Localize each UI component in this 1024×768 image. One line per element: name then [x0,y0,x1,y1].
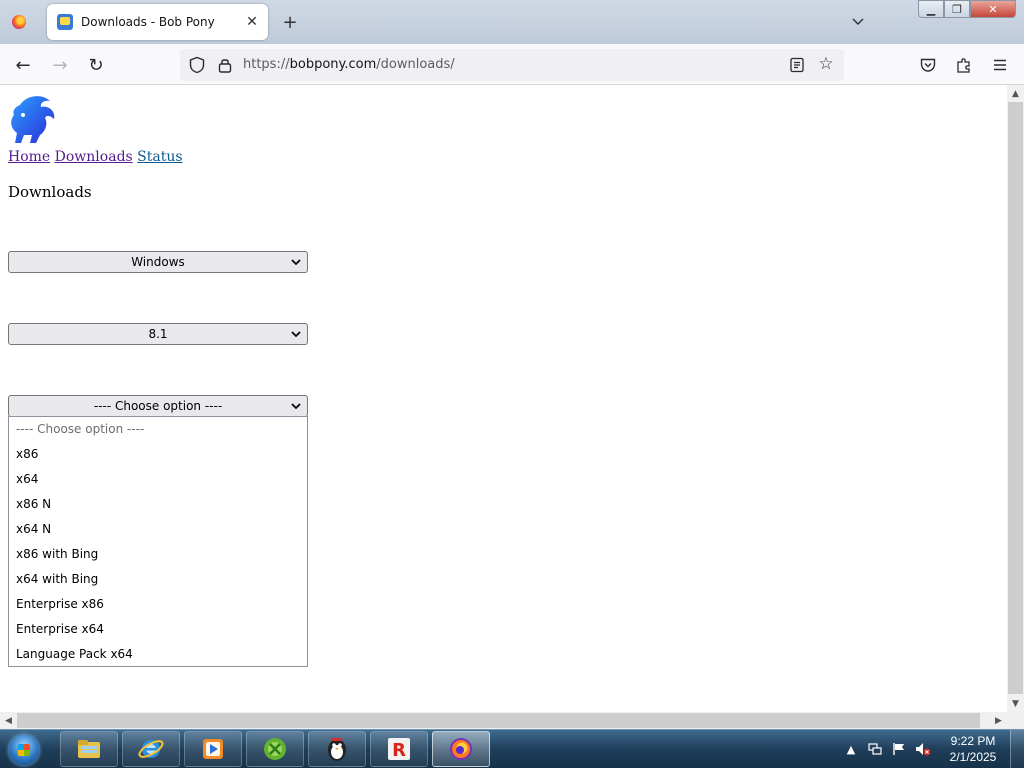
volume-muted-icon[interactable] [914,740,932,758]
os-select[interactable]: Windows [8,251,308,273]
dropdown-option[interactable]: x64 with Bing [9,567,307,592]
edition-select-value: ---- Choose option ---- [93,399,223,413]
horizontal-scroll-thumb[interactable] [17,713,980,728]
extensions-button[interactable] [952,53,976,77]
edition-select[interactable]: ---- Choose option ---- [8,395,308,417]
taskbar-penguin-app[interactable] [308,731,366,767]
scroll-down-icon[interactable]: ▼ [1007,695,1024,712]
nav-link-home[interactable]: Home [8,149,50,165]
forward-button[interactable]: → [47,52,73,78]
system-tray: ▲ [842,735,932,763]
chevron-down-icon [291,259,301,266]
xbox-icon [264,738,286,760]
url-host: bobpony.com [289,57,377,72]
vertical-scrollbar[interactable]: ▲ ▼ [1007,85,1024,712]
taskbar-explorer[interactable] [60,731,118,767]
page-viewport: Home Downloads Status Downloads Windows … [0,85,1007,712]
show-desktop-button[interactable] [1010,730,1024,768]
edition-dropdown-list: ---- Choose option ---- x86 x64 x86 N x6… [8,416,308,667]
version-select[interactable]: 8.1 [8,323,308,345]
clock-time: 9:22 PM [950,734,996,748]
taskbar-roblox[interactable]: R [370,731,428,767]
back-button[interactable]: ← [10,52,36,78]
puzzle-icon [957,58,970,73]
taskbar-clock[interactable]: 9:22 PM 2/1/2025 [944,733,1002,765]
tab-downloads[interactable]: Downloads - Bob Pony ✕ [47,4,268,40]
scrollbar-corner [1007,712,1024,729]
taskbar: R ▲ 9:22 PM 2/1/2025 [0,729,1024,768]
address-bar[interactable]: https://bobpony.com/downloads/ ☆ [180,49,844,81]
dropdown-option[interactable]: Language Pack x64 [9,642,307,667]
windows-logo-icon [9,734,39,765]
vertical-scroll-thumb[interactable] [1008,102,1023,694]
internet-explorer-icon [138,740,164,758]
dropdown-option[interactable]: x64 [9,467,307,492]
firefox-icon [450,738,472,760]
bob-pony-logo [11,96,55,143]
taskbar-media-player[interactable] [184,731,242,767]
scroll-right-icon[interactable]: ▶ [990,712,1007,729]
dropdown-option[interactable]: x64 N [9,517,307,542]
dropdown-option[interactable]: ---- Choose option ---- [9,417,307,442]
bookmark-star-icon[interactable]: ☆ [816,54,836,74]
url-scheme: https:// [243,57,290,72]
nav-link-status[interactable]: Status [137,149,182,165]
horizontal-scrollbar[interactable]: ◀ ▶ [0,712,1007,729]
close-window-button[interactable]: ✕ [970,0,1016,18]
svg-text:R: R [392,740,406,761]
pocket-button[interactable] [916,53,940,77]
tab-title: Downloads - Bob Pony [81,15,215,29]
pocket-icon [920,58,936,72]
tab-strip: Downloads - Bob Pony ✕ + ▁ ❐ ✕ [0,0,1024,44]
taskbar-xbox[interactable] [246,731,304,767]
clock-date: 2/1/2025 [949,750,997,764]
folder-icon [78,740,100,758]
page-heading: Downloads [8,183,92,201]
scroll-up-icon[interactable]: ▲ [1007,85,1024,102]
url-path: /downloads/ [376,57,455,72]
start-button[interactable] [4,731,44,768]
dropdown-option[interactable]: Enterprise x86 [9,592,307,617]
new-tab-button[interactable]: + [280,12,300,33]
maximize-button[interactable]: ❐ [944,0,970,18]
minimize-button[interactable]: ▁ [918,0,944,18]
reload-button[interactable]: ↻ [83,52,109,78]
window-controls: ▁ ❐ ✕ [918,0,1016,18]
taskbar-firefox[interactable] [432,731,490,767]
nav-link-downloads[interactable]: Downloads [55,149,133,165]
hamburger-icon [994,59,1006,71]
shield-icon[interactable] [188,56,206,74]
list-all-tabs-button[interactable] [848,12,868,32]
url-text[interactable]: https://bobpony.com/downloads/ [243,57,455,72]
dropdown-option[interactable]: x86 N [9,492,307,517]
dropdown-option[interactable]: Enterprise x64 [9,617,307,642]
version-select-value: 8.1 [148,327,168,341]
os-select-value: Windows [131,255,185,269]
firefox-icon [12,15,26,29]
chevron-down-icon [291,403,301,410]
chevron-down-icon [291,331,301,338]
dropdown-option[interactable]: x86 with Bing [9,542,307,567]
close-tab-icon[interactable]: ✕ [242,12,262,32]
reader-view-icon[interactable] [788,56,806,74]
action-center-flag-icon[interactable] [890,740,908,758]
lock-icon[interactable] [216,56,234,74]
network-icon[interactable] [866,740,884,758]
taskbar-internet-explorer[interactable] [122,731,180,767]
chevron-down-icon [852,18,864,26]
favicon-icon [57,14,73,30]
scroll-left-icon[interactable]: ◀ [0,712,17,729]
show-hidden-icons-icon[interactable]: ▲ [842,740,860,758]
roblox-icon: R [388,738,410,761]
dropdown-option[interactable]: x86 [9,442,307,467]
nav-toolbar: ← → ↻ https://bobpony.com/downloads/ ☆ [0,44,1024,85]
media-player-icon [203,739,223,759]
firefox-view-button[interactable] [6,10,32,34]
penguin-icon [328,738,346,761]
menu-button[interactable] [988,53,1012,77]
site-nav: Home Downloads Status [8,149,183,165]
